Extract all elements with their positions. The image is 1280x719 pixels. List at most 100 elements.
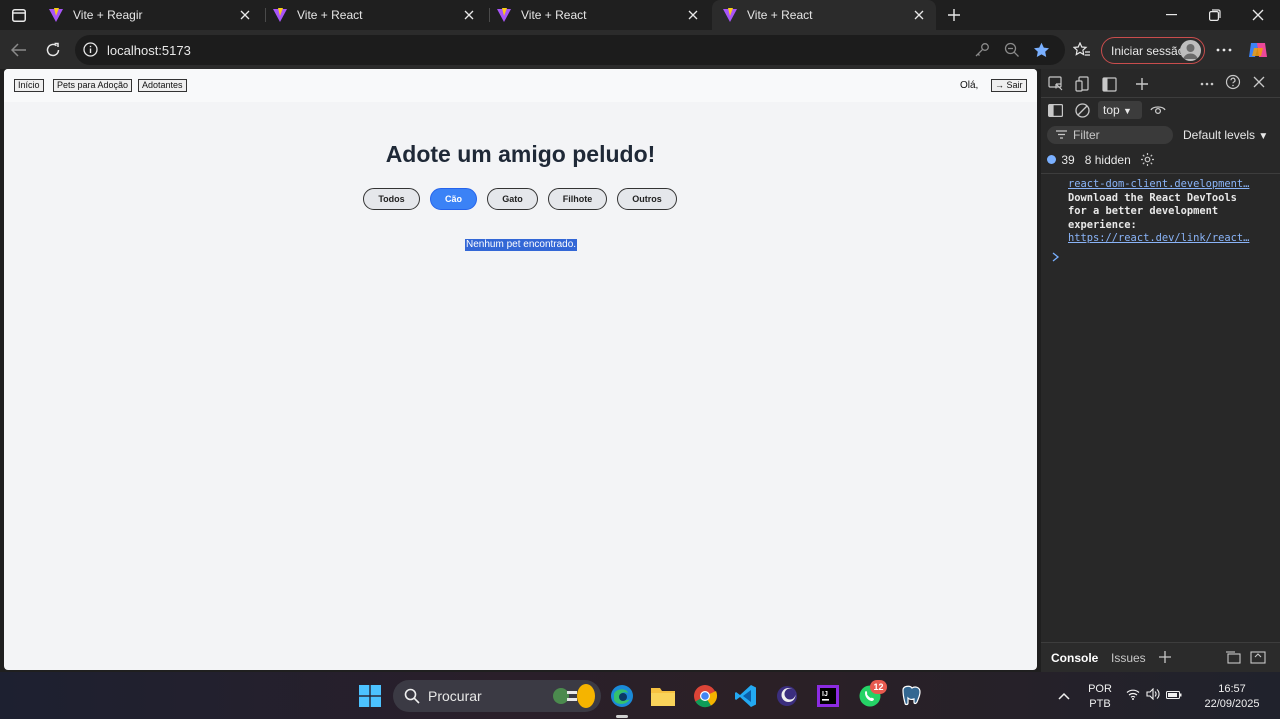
- zoom-icon[interactable]: [1004, 42, 1020, 63]
- filter-cao-button[interactable]: Cão: [430, 188, 477, 210]
- tab-title: Vite + Reagir: [73, 8, 143, 22]
- filter-filhote-button[interactable]: Filhote: [548, 188, 607, 210]
- console-log-entry: react-dom-client.development… Download t…: [1068, 178, 1253, 246]
- browser-toolbar: localhost:5173 Iniciar sessão: [0, 30, 1280, 69]
- address-bar[interactable]: localhost:5173: [75, 35, 1065, 65]
- logout-label: Sair: [1006, 80, 1023, 90]
- start-windows-icon[interactable]: [355, 681, 385, 711]
- vite-favicon-icon: [723, 8, 737, 22]
- console-toolbar: top ▼: [1041, 97, 1280, 123]
- live-expression-eye-icon[interactable]: [1150, 102, 1166, 118]
- add-drawer-tab-icon[interactable]: [1157, 649, 1173, 665]
- device-toolbar-icon[interactable]: [1074, 75, 1092, 93]
- restore-icon[interactable]: [1194, 0, 1236, 30]
- minimize-icon[interactable]: [1151, 0, 1193, 30]
- favorite-star-icon[interactable]: [1033, 42, 1050, 63]
- add-panel-icon[interactable]: [1133, 75, 1151, 93]
- chevron-down-icon: ▼: [1123, 106, 1132, 116]
- message-counts: 39 8 hidden: [1047, 152, 1155, 170]
- divider: [1041, 173, 1280, 174]
- new-tab-icon[interactable]: [944, 5, 964, 25]
- page-viewport: Início Pets para Adoção Adotantes Olá, →…: [4, 69, 1037, 670]
- hidden-count: 8 hidden: [1084, 153, 1131, 167]
- log-levels-dropdown[interactable]: Default levels ▼: [1183, 128, 1268, 142]
- system-status-tray[interactable]: [1124, 681, 1184, 711]
- message-bubble-icon: [1047, 155, 1056, 164]
- tab-close-icon[interactable]: [686, 8, 700, 22]
- console-filter-input[interactable]: Filter: [1047, 126, 1173, 144]
- devtools-more-icon[interactable]: [1198, 75, 1216, 93]
- close-devtools-icon[interactable]: [1250, 73, 1268, 91]
- tab-4-active[interactable]: Vite + React: [712, 0, 936, 30]
- eclipse-icon[interactable]: [772, 681, 802, 711]
- greeting-text: Olá,: [960, 80, 979, 91]
- tab-close-icon[interactable]: [238, 8, 252, 22]
- vite-favicon-icon: [49, 8, 63, 22]
- clock[interactable]: 16:57 22/09/2025: [1197, 682, 1267, 712]
- nav-inicio-button[interactable]: Início: [14, 79, 44, 92]
- back-icon[interactable]: [8, 39, 30, 61]
- key-icon[interactable]: [974, 42, 990, 63]
- sign-in-button[interactable]: Iniciar sessão: [1101, 37, 1205, 64]
- clock-time: 16:57: [1218, 683, 1246, 695]
- help-icon[interactable]: [1224, 73, 1242, 91]
- log-levels-label: Default levels: [1183, 128, 1256, 142]
- filter-placeholder: Filter: [1073, 128, 1100, 142]
- postgres-elephant-icon[interactable]: [896, 681, 926, 711]
- filter-icon: [1056, 126, 1067, 144]
- tray-overflow-chevron-icon[interactable]: [1049, 681, 1079, 711]
- tab-2[interactable]: Vite + React: [262, 0, 486, 30]
- undock-drawer-icon[interactable]: [1224, 649, 1242, 665]
- sidebar-toggle-icon[interactable]: [1047, 102, 1063, 118]
- filter-gato-button[interactable]: Gato: [487, 188, 538, 210]
- dock-side-icon[interactable]: [1100, 75, 1118, 93]
- nav-adotantes-button[interactable]: Adotantes: [138, 79, 187, 92]
- message-count: 39: [1061, 153, 1075, 167]
- log-url-link[interactable]: https://react.dev/link/react…: [1068, 232, 1253, 246]
- tab-title: Vite + React: [747, 8, 813, 22]
- close-drawer-icon[interactable]: [1249, 649, 1267, 665]
- tab-actions-icon[interactable]: [6, 4, 32, 26]
- input-language-indicator[interactable]: POR PTB: [1086, 682, 1114, 712]
- chrome-icon[interactable]: [690, 681, 720, 711]
- log-source-link[interactable]: react-dom-client.development…: [1068, 178, 1253, 192]
- site-info-icon[interactable]: [83, 42, 98, 62]
- close-window-icon[interactable]: [1237, 0, 1279, 30]
- tab-1[interactable]: Vite + Reagir: [38, 0, 262, 30]
- favorites-icon[interactable]: [1071, 39, 1093, 61]
- vite-favicon-icon: [497, 8, 511, 22]
- taskbar-search-box[interactable]: Procurar: [393, 680, 601, 712]
- file-explorer-icon[interactable]: [648, 681, 678, 711]
- inspect-element-icon[interactable]: [1047, 75, 1065, 93]
- nav-pets-button[interactable]: Pets para Adoção: [53, 79, 133, 92]
- reload-icon[interactable]: [42, 39, 64, 61]
- battery-icon: [1166, 687, 1182, 705]
- whatsapp-unread-badge: 12: [870, 680, 887, 694]
- settings-gear-icon[interactable]: [1140, 152, 1155, 170]
- search-highlight-icon: [549, 683, 597, 712]
- logout-button[interactable]: → Sair: [991, 79, 1027, 92]
- more-options-icon[interactable]: [1213, 39, 1235, 61]
- tab-close-icon[interactable]: [912, 8, 926, 22]
- context-selector[interactable]: top ▼: [1098, 101, 1142, 119]
- volume-icon: [1146, 687, 1160, 705]
- tab-close-icon[interactable]: [462, 8, 476, 22]
- url-text: localhost:5173: [107, 43, 191, 58]
- clear-console-icon[interactable]: [1074, 102, 1090, 118]
- filter-outros-button[interactable]: Outros: [617, 188, 677, 210]
- jetbrains-icon[interactable]: IJ: [813, 681, 843, 711]
- tab-3[interactable]: Vite + React: [486, 0, 710, 30]
- chevron-down-icon: ▼: [1258, 131, 1269, 142]
- tab-console[interactable]: Console: [1041, 642, 1108, 675]
- console-prompt-chevron-icon[interactable]: [1052, 249, 1060, 267]
- filter-todos-button[interactable]: Todos: [363, 188, 420, 210]
- active-app-indicator: [616, 715, 628, 718]
- search-icon: [404, 688, 420, 707]
- log-message-text: Download the React DevTools for a better…: [1068, 191, 1237, 231]
- profile-avatar-icon: [1180, 40, 1201, 61]
- edge-browser-icon[interactable]: [607, 681, 637, 718]
- windows-taskbar: Procurar IJ 12 POR PTB 16:57 22/09/2025: [0, 672, 1280, 719]
- vscode-icon[interactable]: [731, 681, 761, 711]
- copilot-icon[interactable]: [1247, 39, 1269, 61]
- tab-issues[interactable]: Issues: [1111, 651, 1146, 665]
